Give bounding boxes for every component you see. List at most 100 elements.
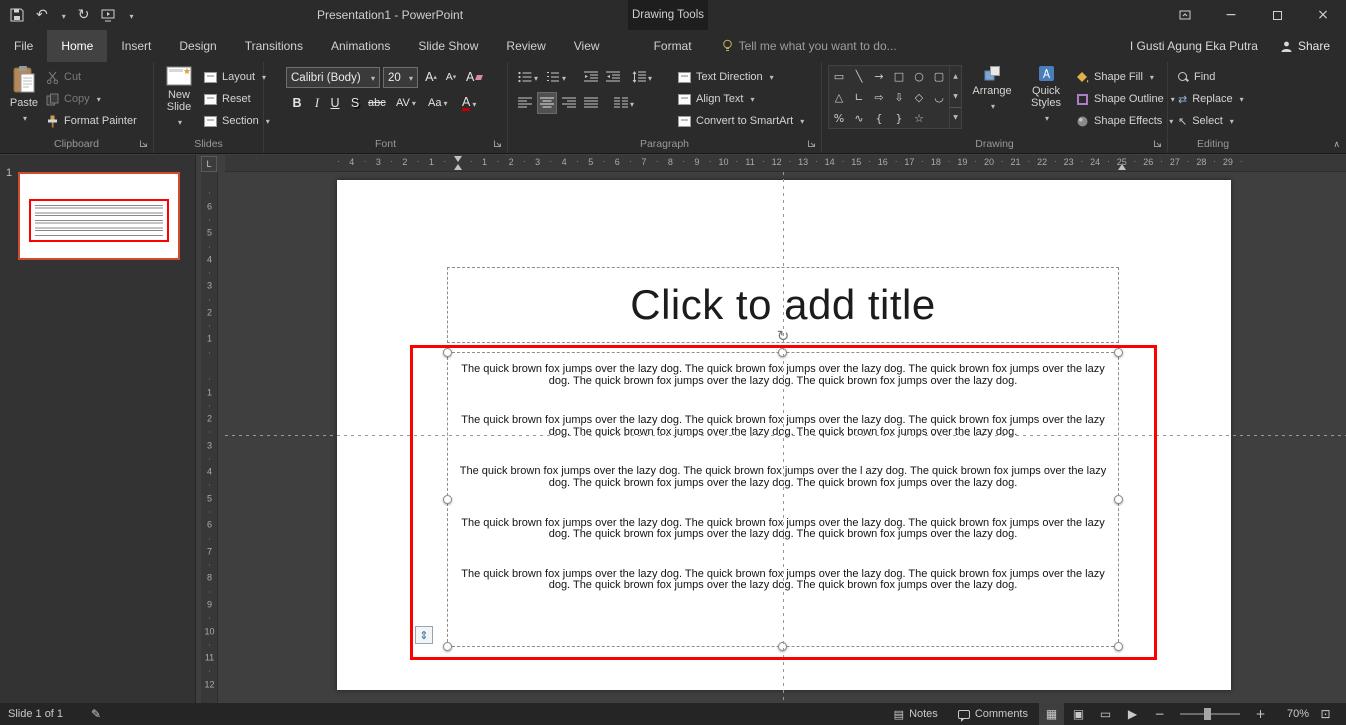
underline-button[interactable]: U <box>326 93 344 113</box>
shape-brace-right[interactable]: } <box>889 108 909 129</box>
share-button[interactable]: Share <box>1280 39 1330 53</box>
tab-insert[interactable]: Insert <box>107 30 165 62</box>
clear-formatting-button[interactable]: A <box>464 67 484 87</box>
shape-right-angle[interactable]: ∟ <box>849 87 869 108</box>
align-right-button[interactable] <box>560 93 578 113</box>
slide-sorter-view-button[interactable]: ▣ <box>1066 703 1091 725</box>
repeat-icon[interactable]: ↻ <box>78 8 90 22</box>
section-button[interactable]: Section <box>204 111 270 131</box>
grow-font-button[interactable]: A <box>422 67 440 87</box>
normal-view-button[interactable]: ▦ <box>1039 703 1064 725</box>
shape-line[interactable]: ╲ <box>849 66 869 87</box>
close-button[interactable]: × <box>1300 0 1346 30</box>
shape-curve[interactable]: ∿ <box>849 108 869 129</box>
shape-oval[interactable]: ○ <box>909 66 929 87</box>
columns-button[interactable] <box>612 93 636 113</box>
gallery-down-icon[interactable]: ▼ <box>950 86 961 106</box>
copy-button[interactable]: Copy <box>46 89 101 109</box>
slideshow-button[interactable]: ▶ <box>1120 703 1145 725</box>
font-size-combo[interactable]: 20 <box>383 67 418 88</box>
shrink-font-button[interactable]: A <box>442 67 460 87</box>
drawing-dialog-launcher[interactable] <box>1153 139 1163 149</box>
minimize-button[interactable]: − <box>1208 0 1254 30</box>
first-line-indent-marker[interactable] <box>454 156 462 162</box>
shape-effects-button[interactable]: Shape Effects <box>1076 111 1173 131</box>
tab-slide-show[interactable]: Slide Show <box>404 30 492 62</box>
shape-star[interactable]: ☆ <box>909 108 929 129</box>
shape-square[interactable]: □ <box>889 66 909 87</box>
text-shadow-button[interactable]: S <box>346 93 364 113</box>
decrease-indent-button[interactable] <box>582 67 600 87</box>
tab-view[interactable]: View <box>560 30 614 62</box>
restore-button[interactable] <box>1254 0 1300 30</box>
shape-line-arrow[interactable]: → <box>869 66 889 87</box>
quick-styles-button[interactable]: Quick Styles <box>1020 65 1072 125</box>
change-case-button[interactable]: Aa <box>426 93 449 113</box>
red-highlight-rectangle[interactable] <box>410 345 1157 660</box>
cut-button[interactable]: Cut <box>46 67 81 87</box>
shape-rounded-rectangle[interactable]: ▢ <box>929 66 949 87</box>
clipboard-dialog-launcher[interactable] <box>139 139 149 149</box>
bullets-button[interactable] <box>516 67 540 87</box>
zoom-out-button[interactable]: − <box>1147 703 1172 725</box>
account-name[interactable]: I Gusti Agung Eka Putra <box>1130 39 1258 53</box>
arrange-button[interactable]: Arrange <box>968 65 1016 113</box>
tab-file[interactable]: File <box>0 30 47 62</box>
paste-button[interactable]: Paste <box>4 65 44 125</box>
bold-button[interactable]: B <box>288 93 306 113</box>
shape-arc[interactable]: ◡ <box>929 87 949 108</box>
start-from-beginning-icon[interactable] <box>101 9 115 22</box>
align-text-button[interactable]: Align Text <box>678 89 755 109</box>
shape-triangle[interactable]: △ <box>829 87 849 108</box>
customize-quick-access-icon[interactable] <box>127 6 133 24</box>
undo-dropdown-icon[interactable] <box>60 6 66 24</box>
find-button[interactable]: Find <box>1178 67 1215 87</box>
character-spacing-button[interactable]: AV <box>394 93 418 113</box>
tab-design[interactable]: Design <box>165 30 230 62</box>
comments-button[interactable]: Comments <box>949 703 1037 725</box>
tellme-box[interactable]: Tell me what you want to do... <box>722 30 897 62</box>
shape-brace-left[interactable]: { <box>869 108 889 129</box>
select-button[interactable]: ↖ Select <box>1178 111 1234 131</box>
tab-animations[interactable]: Animations <box>317 30 404 62</box>
undo-icon[interactable]: ↶ <box>36 8 48 22</box>
gallery-up-icon[interactable]: ▲ <box>950 66 961 86</box>
ribbon-display-options-button[interactable] <box>1162 0 1208 30</box>
numbering-button[interactable] <box>544 67 568 87</box>
zoom-level[interactable]: 70% <box>1275 708 1311 720</box>
tab-review[interactable]: Review <box>492 30 559 62</box>
align-center-button[interactable] <box>537 92 557 114</box>
font-dialog-launcher[interactable] <box>493 139 503 149</box>
tab-format[interactable]: Format <box>640 30 706 62</box>
reset-button[interactable]: Reset <box>204 89 251 109</box>
zoom-in-button[interactable]: + <box>1248 703 1273 725</box>
new-slide-button[interactable]: New Slide <box>156 65 202 129</box>
reading-view-button[interactable]: ▭ <box>1093 703 1118 725</box>
convert-to-smartart-button[interactable]: Convert to SmartArt <box>678 111 804 131</box>
gallery-more-icon[interactable]: ▼ <box>950 106 961 128</box>
text-direction-button[interactable]: Text Direction <box>678 67 774 87</box>
justify-button[interactable] <box>582 93 600 113</box>
shape-block-arrow-down[interactable]: ⇩ <box>889 87 909 108</box>
increase-indent-button[interactable] <box>604 67 622 87</box>
shape-diamond[interactable]: ◇ <box>909 87 929 108</box>
replace-button[interactable]: ⇄ Replace <box>1178 89 1244 109</box>
hanging-indent-marker[interactable] <box>454 164 462 170</box>
paragraph-dialog-launcher[interactable] <box>807 139 817 149</box>
proofing-icon[interactable]: ✎ <box>91 707 101 721</box>
layout-button[interactable]: Layout <box>204 67 266 87</box>
shape-block-arrow-right[interactable]: ⇨ <box>869 87 889 108</box>
save-icon[interactable] <box>10 8 24 22</box>
tab-home[interactable]: Home <box>47 30 108 62</box>
zoom-slider-thumb[interactable] <box>1204 708 1211 720</box>
slide-canvas[interactable]: Click to add title The quick brown fox j… <box>337 180 1231 690</box>
zoom-slider[interactable] <box>1180 708 1240 720</box>
slide-thumbnail[interactable] <box>18 172 180 260</box>
font-color-button[interactable]: A <box>460 93 478 113</box>
shape-rectangle[interactable]: ▭ <box>829 66 849 87</box>
font-name-combo[interactable]: Calibri (Body) <box>286 67 380 88</box>
format-painter-button[interactable]: Format Painter <box>46 111 137 131</box>
shape-outline-button[interactable]: Shape Outline <box>1076 89 1175 109</box>
notes-button[interactable]: ▤ Notes <box>885 703 947 725</box>
fit-to-window-button[interactable]: ⊡ <box>1313 703 1338 725</box>
